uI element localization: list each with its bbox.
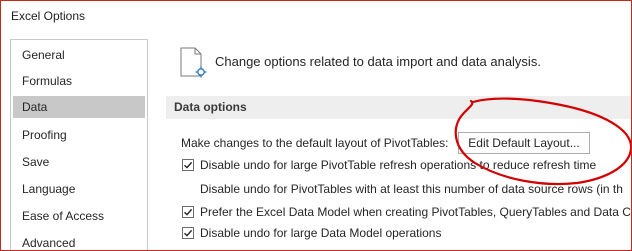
title-bar: Excel Options [1, 1, 631, 35]
section-header-data-options: Data options [166, 96, 631, 119]
disable-undo-pivottable-refresh-checkbox[interactable] [182, 159, 194, 171]
options-sidebar: General Formulas Data Proofing Save Lang… [10, 39, 148, 250]
sidebar-item-general[interactable]: General [13, 44, 145, 66]
page-heading: Change options related to data import an… [215, 54, 541, 69]
sidebar-item-ease-of-access[interactable]: Ease of Access [13, 205, 145, 227]
disable-undo-data-model-label: Disable undo for large Data Model operat… [200, 226, 442, 240]
sidebar-item-advanced[interactable]: Advanced [13, 232, 145, 250]
prefer-data-model-label: Prefer the Excel Data Model when creatin… [200, 205, 631, 219]
document-options-icon [180, 47, 207, 78]
disable-undo-pivottable-refresh-label: Disable undo for large PivotTable refres… [200, 158, 597, 172]
pivottable-row-threshold-label: Disable undo for PivotTables with at lea… [200, 182, 623, 196]
window-title: Excel Options [11, 9, 86, 23]
sidebar-item-proofing[interactable]: Proofing [13, 124, 145, 146]
excel-options-window: Excel Options General Formulas Data Proo… [0, 0, 632, 251]
checkmark-icon [184, 161, 193, 169]
section-title: Data options [174, 100, 247, 114]
checkmark-icon [184, 229, 193, 237]
disable-undo-data-model-checkbox[interactable] [182, 227, 194, 239]
default-layout-label: Make changes to the default layout of Pi… [181, 136, 449, 150]
prefer-data-model-checkbox[interactable] [182, 206, 194, 218]
sidebar-item-formulas[interactable]: Formulas [13, 70, 145, 92]
sidebar-item-save[interactable]: Save [13, 151, 145, 173]
sidebar-item-data[interactable]: Data [13, 96, 145, 118]
options-main-panel: Change options related to data import an… [154, 39, 631, 250]
checkmark-icon [184, 208, 193, 216]
sidebar-item-language[interactable]: Language [13, 178, 145, 200]
edit-default-layout-button[interactable]: Edit Default Layout... [458, 132, 590, 154]
